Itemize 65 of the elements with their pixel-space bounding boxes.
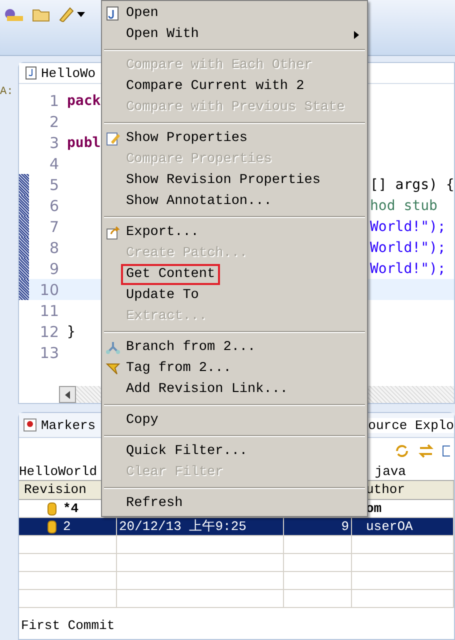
line-number: 11: [38, 302, 59, 320]
line-number: 4: [48, 154, 59, 172]
code-text: World!");: [370, 240, 447, 256]
menu-item[interactable]: Get Content: [102, 264, 367, 285]
menu-item[interactable]: Update To: [102, 285, 367, 306]
table-cell: [284, 572, 352, 590]
cell-text: 9: [341, 518, 349, 536]
menu-item[interactable]: Quick Filter...: [102, 441, 367, 462]
menu-item[interactable]: Copy: [102, 410, 367, 431]
commit-message: First Commit: [20, 617, 116, 633]
code-text: [] args) {: [370, 176, 454, 192]
document-icon: [25, 66, 37, 80]
cell-text: 20/12/13 上午9:25: [119, 518, 246, 536]
panel-tab[interactable]: Markers: [19, 418, 100, 432]
menu-item[interactable]: Show Properties: [102, 128, 367, 149]
swap-arrows-icon[interactable]: [418, 443, 434, 459]
table-cell: [284, 590, 352, 608]
cell-text: userOA: [366, 518, 413, 536]
menu-item[interactable]: Open: [102, 3, 367, 24]
resource-path: HelloWorld: [19, 464, 98, 480]
menu-item[interactable]: Export...: [102, 222, 367, 243]
document-icon: [105, 6, 121, 22]
menu-item[interactable]: Open With: [102, 24, 367, 45]
code-text: }: [67, 324, 76, 340]
refresh-icon[interactable]: [394, 443, 410, 459]
line-number: 7: [48, 218, 59, 236]
menu-item[interactable]: Add Revision Link...: [102, 379, 367, 400]
code-text: World!");: [370, 218, 447, 234]
left-arrow-icon: [64, 390, 70, 398]
line-number: 6: [48, 196, 59, 214]
line-number: 1: [48, 92, 59, 110]
markers-icon: [23, 418, 37, 432]
line-number: 8: [48, 238, 59, 256]
flag-icon: [105, 361, 121, 377]
side-label: A:: [0, 86, 14, 98]
cell-text: *4: [63, 500, 79, 518]
editor-tab[interactable]: HelloWo: [41, 66, 96, 80]
branch-icon: [105, 340, 121, 356]
menu-item[interactable]: Tag from 2...: [102, 358, 367, 379]
line-number: 10: [38, 280, 59, 298]
line-number: 9: [48, 260, 59, 278]
add-icon[interactable]: [4, 6, 24, 22]
cell-text: 2: [63, 518, 71, 536]
line-number: 12: [38, 322, 59, 340]
menu-item[interactable]: Show Annotation...: [102, 191, 367, 212]
cylinder-icon: [47, 520, 57, 534]
export-icon: [105, 225, 121, 241]
resource-path: java: [374, 464, 406, 480]
line-number: 2: [48, 112, 59, 130]
table-cell: [284, 554, 352, 572]
line-number: 13: [38, 344, 59, 362]
code-text: World!");: [370, 260, 447, 276]
cylinder-icon: [47, 502, 57, 516]
menu-item[interactable]: Show Revision Properties: [102, 170, 367, 191]
code-text: publ: [67, 134, 101, 150]
menu-item[interactable]: Branch from 2...: [102, 337, 367, 358]
code-text: hod stub: [370, 198, 438, 214]
scroll-left-button[interactable]: [59, 386, 76, 403]
line-number: 3: [48, 134, 59, 152]
code-text: pack: [67, 92, 101, 108]
window-icon[interactable]: [442, 443, 450, 459]
line-number: 5: [48, 176, 59, 194]
menu-item[interactable]: Compare Current with 2: [102, 76, 367, 97]
pencil-page-icon: [105, 131, 121, 147]
pencil-icon[interactable]: [58, 6, 86, 22]
